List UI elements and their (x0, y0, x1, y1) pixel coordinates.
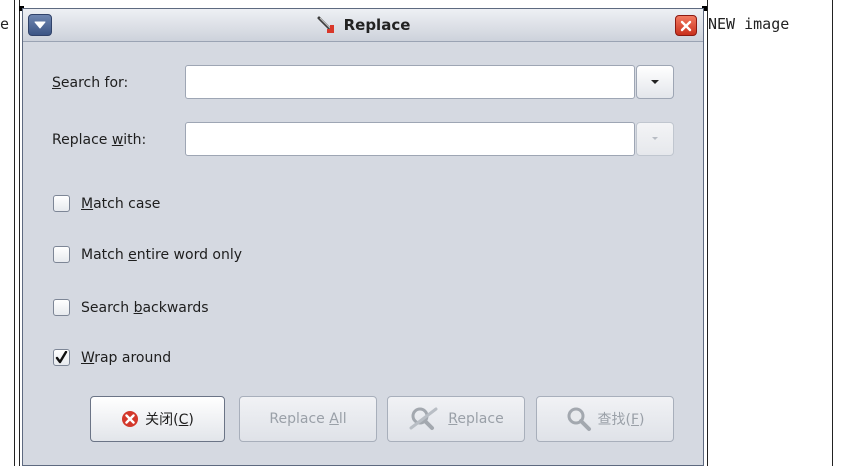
match-case-label: Match case (81, 195, 161, 212)
find-button-label: 查找(F) (597, 412, 645, 428)
match-case-option[interactable]: Match case (53, 195, 160, 212)
search-input[interactable] (185, 65, 635, 99)
search-history-dropdown[interactable] (636, 65, 674, 99)
pencil-icon (317, 16, 334, 33)
editor-divider-left-2 (19, 0, 20, 466)
replace-button-label: Replace (448, 411, 504, 427)
wrap-around-option[interactable]: Wrap around (53, 349, 171, 366)
search-for-label: Search for: (52, 75, 128, 91)
search-backwards-checkbox[interactable] (53, 299, 70, 316)
search-for-label-rest: earch for: (60, 75, 129, 91)
chevron-down-icon (651, 80, 659, 84)
editor-left-text: e (0, 15, 10, 33)
close-icon (680, 20, 692, 31)
dialog-title: Replace (343, 16, 411, 34)
match-entire-word-checkbox[interactable] (53, 246, 70, 263)
editor-divider-right (707, 0, 708, 466)
cancel-circle-icon (121, 410, 139, 428)
find-replace-icon (408, 406, 442, 432)
wrap-around-label: Wrap around (81, 349, 172, 366)
match-entire-word-option[interactable]: Match entire word only (53, 246, 242, 263)
replace-with-label: Replace with: (52, 132, 146, 148)
replace-all-label: Replace All (269, 411, 347, 427)
replace-with-label-a: Replace (52, 132, 112, 148)
replace-dialog: Replace Search for: Replace with: Match … (22, 8, 704, 466)
replace-all-button[interactable]: Replace All (239, 396, 377, 442)
find-button[interactable]: 查找(F) (536, 396, 674, 442)
title-bar[interactable]: Replace (23, 9, 703, 42)
match-case-checkbox[interactable] (53, 195, 70, 212)
replace-with-label-mnemonic: w (111, 132, 124, 148)
search-backwards-label: Search backwards (81, 299, 209, 316)
search-backwards-option[interactable]: Search backwards (53, 299, 209, 316)
editor-divider-far-right (832, 0, 833, 466)
checkmark-icon (55, 351, 68, 364)
magnifier-icon (566, 406, 592, 432)
replace-input[interactable] (185, 122, 635, 156)
close-button[interactable]: 关闭(C) (90, 396, 225, 442)
editor-right-text: NEW image (708, 15, 790, 33)
match-entire-word-label: Match entire word only (81, 246, 243, 263)
close-button-label: 关闭(C) (145, 412, 194, 428)
replace-with-label-rest: ith: (123, 132, 147, 148)
editor-divider-left (14, 0, 15, 466)
replace-history-dropdown[interactable] (636, 122, 674, 156)
close-window-button[interactable] (675, 15, 697, 36)
wrap-around-checkbox[interactable] (53, 349, 70, 366)
replace-button[interactable]: Replace (387, 396, 525, 442)
search-for-label-mnemonic: S (52, 75, 61, 91)
chevron-down-icon (652, 137, 658, 140)
